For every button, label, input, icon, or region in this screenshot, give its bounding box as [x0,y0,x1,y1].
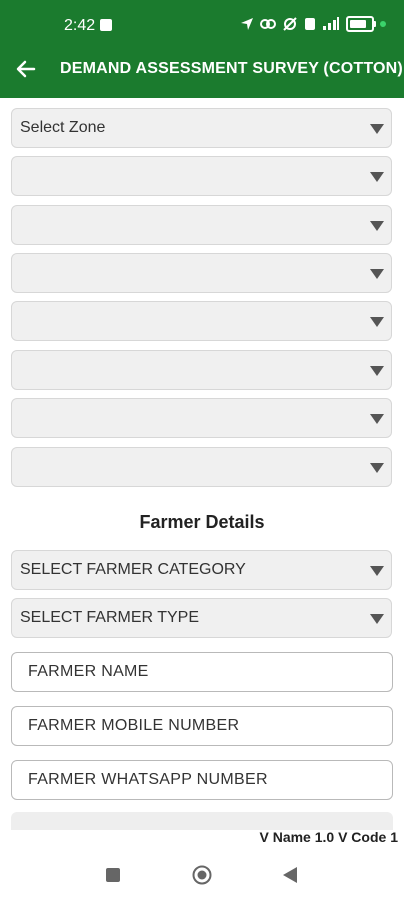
dropdown-label: SELECT FARMER TYPE [20,609,200,626]
notification-dot [380,21,386,27]
signal-icon [323,17,339,30]
farmer-mobile-input[interactable] [11,706,393,746]
location-dropdown-4[interactable] [11,253,392,293]
arrow-left-icon [16,60,36,78]
caret-down-icon [370,614,384,624]
farmer-category-dropdown[interactable]: SELECT FARMER CATEGORY [11,550,392,590]
no-internet-icon [283,17,297,31]
location-dropdown-6[interactable] [11,350,392,390]
app-bar: DEMAND ASSESSMENT SURVEY (COTTON) [0,40,404,98]
system-nav-bar [0,850,404,900]
home-button[interactable] [192,865,212,885]
location-dropdown-3[interactable] [11,205,392,245]
notification-icon [100,19,112,31]
caret-down-icon [370,269,384,279]
caret-down-icon [370,221,384,231]
caret-down-icon [370,124,384,134]
back-button[interactable] [6,49,46,89]
link-icon [260,19,276,29]
version-label: V Name 1.0 V Code 1 [259,829,398,845]
farmer-type-dropdown[interactable]: SELECT FARMER TYPE [11,598,392,638]
partial-field[interactable] [11,812,393,830]
farmer-whatsapp-input[interactable] [11,760,393,800]
location-dropdown-2[interactable] [11,156,392,196]
status-time: 2:42 [64,17,96,34]
caret-down-icon [370,566,384,576]
battery-icon [346,16,376,32]
dropdown-label: Select Zone [20,119,106,136]
page-title: DEMAND ASSESSMENT SURVEY (COTTON) [60,60,403,77]
status-bar: 2:42 [0,0,404,40]
recents-button[interactable] [106,868,120,882]
caret-down-icon [370,172,384,182]
sim-icon [305,18,315,30]
location-dropdown-5[interactable] [11,301,392,341]
caret-down-icon [370,317,384,327]
navigation-icon [241,18,253,30]
caret-down-icon [370,414,384,424]
caret-down-icon [370,366,384,376]
dropdown-label: SELECT FARMER CATEGORY [20,561,246,578]
zone-dropdown[interactable]: Select Zone [11,108,392,148]
location-dropdown-7[interactable] [11,398,392,438]
location-dropdown-8[interactable] [11,447,392,487]
screen: 2:42 DEMAND ASSESSMENT SURVEY (COTTON) S… [0,0,404,900]
farmer-name-input[interactable] [11,652,393,692]
section-heading: Farmer Details [139,512,265,532]
nav-back-button[interactable] [283,867,297,883]
status-icons [240,16,386,32]
caret-down-icon [370,463,384,473]
